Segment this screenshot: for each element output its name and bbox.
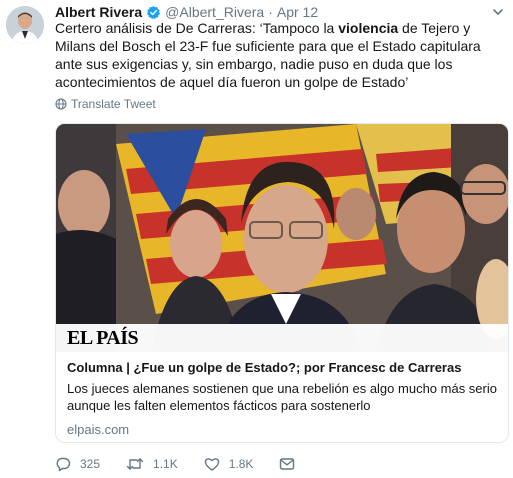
reply-count: 325 [80, 457, 101, 471]
reply-button[interactable]: 325 [55, 456, 100, 472]
publisher-banner: EL PAÍS [56, 324, 508, 352]
retweet-icon [126, 458, 144, 470]
avatar[interactable] [6, 6, 44, 44]
tweet-text-part-1: Certero análisis de De Carreras: ‘Tampoc… [55, 20, 339, 36]
card-image: EL PAÍS [56, 124, 508, 352]
card-domain: elpais.com [67, 422, 130, 437]
heart-icon [204, 458, 219, 471]
tweet-text: Certero análisis de De Carreras: ‘Tampoc… [55, 19, 507, 91]
like-count: 1.8K [228, 457, 254, 471]
direct-message-button[interactable] [279, 457, 304, 471]
chevron-down-icon[interactable] [491, 5, 505, 19]
retweet-button[interactable]: 1.1K [126, 456, 178, 472]
verified-badge-icon [146, 5, 161, 20]
translate-label: Translate Tweet [71, 97, 156, 111]
like-button[interactable]: 1.8K [204, 456, 254, 472]
tweet-date[interactable]: Apr 12 [277, 4, 318, 20]
link-card[interactable]: EL PAÍS Columna | ¿Fue un golpe de Estad… [55, 123, 509, 443]
translate-tweet-link[interactable]: Translate Tweet [55, 97, 156, 111]
envelope-icon [280, 458, 295, 470]
tweet[interactable]: Albert Rivera @Albert_Rivera · Apr 12 Ce… [0, 0, 513, 478]
card-description: Los jueces alemanes sostienen que una re… [67, 381, 497, 413]
globe-icon [55, 98, 67, 110]
author-handle[interactable]: @Albert_Rivera [165, 4, 264, 20]
tweet-text-bold: violencia [338, 20, 399, 36]
tweet-actions: 325 1.1K 1.8K [55, 456, 330, 472]
card-body: Columna | ¿Fue un golpe de Estado?; por … [67, 360, 497, 437]
retweet-count: 1.1K [153, 457, 178, 471]
card-title: Columna | ¿Fue un golpe de Estado?; por … [67, 360, 462, 375]
author-name[interactable]: Albert Rivera [55, 4, 142, 20]
header-separator: · [268, 4, 273, 20]
publisher-logo: EL PAÍS [67, 327, 139, 349]
reply-icon [56, 457, 71, 472]
